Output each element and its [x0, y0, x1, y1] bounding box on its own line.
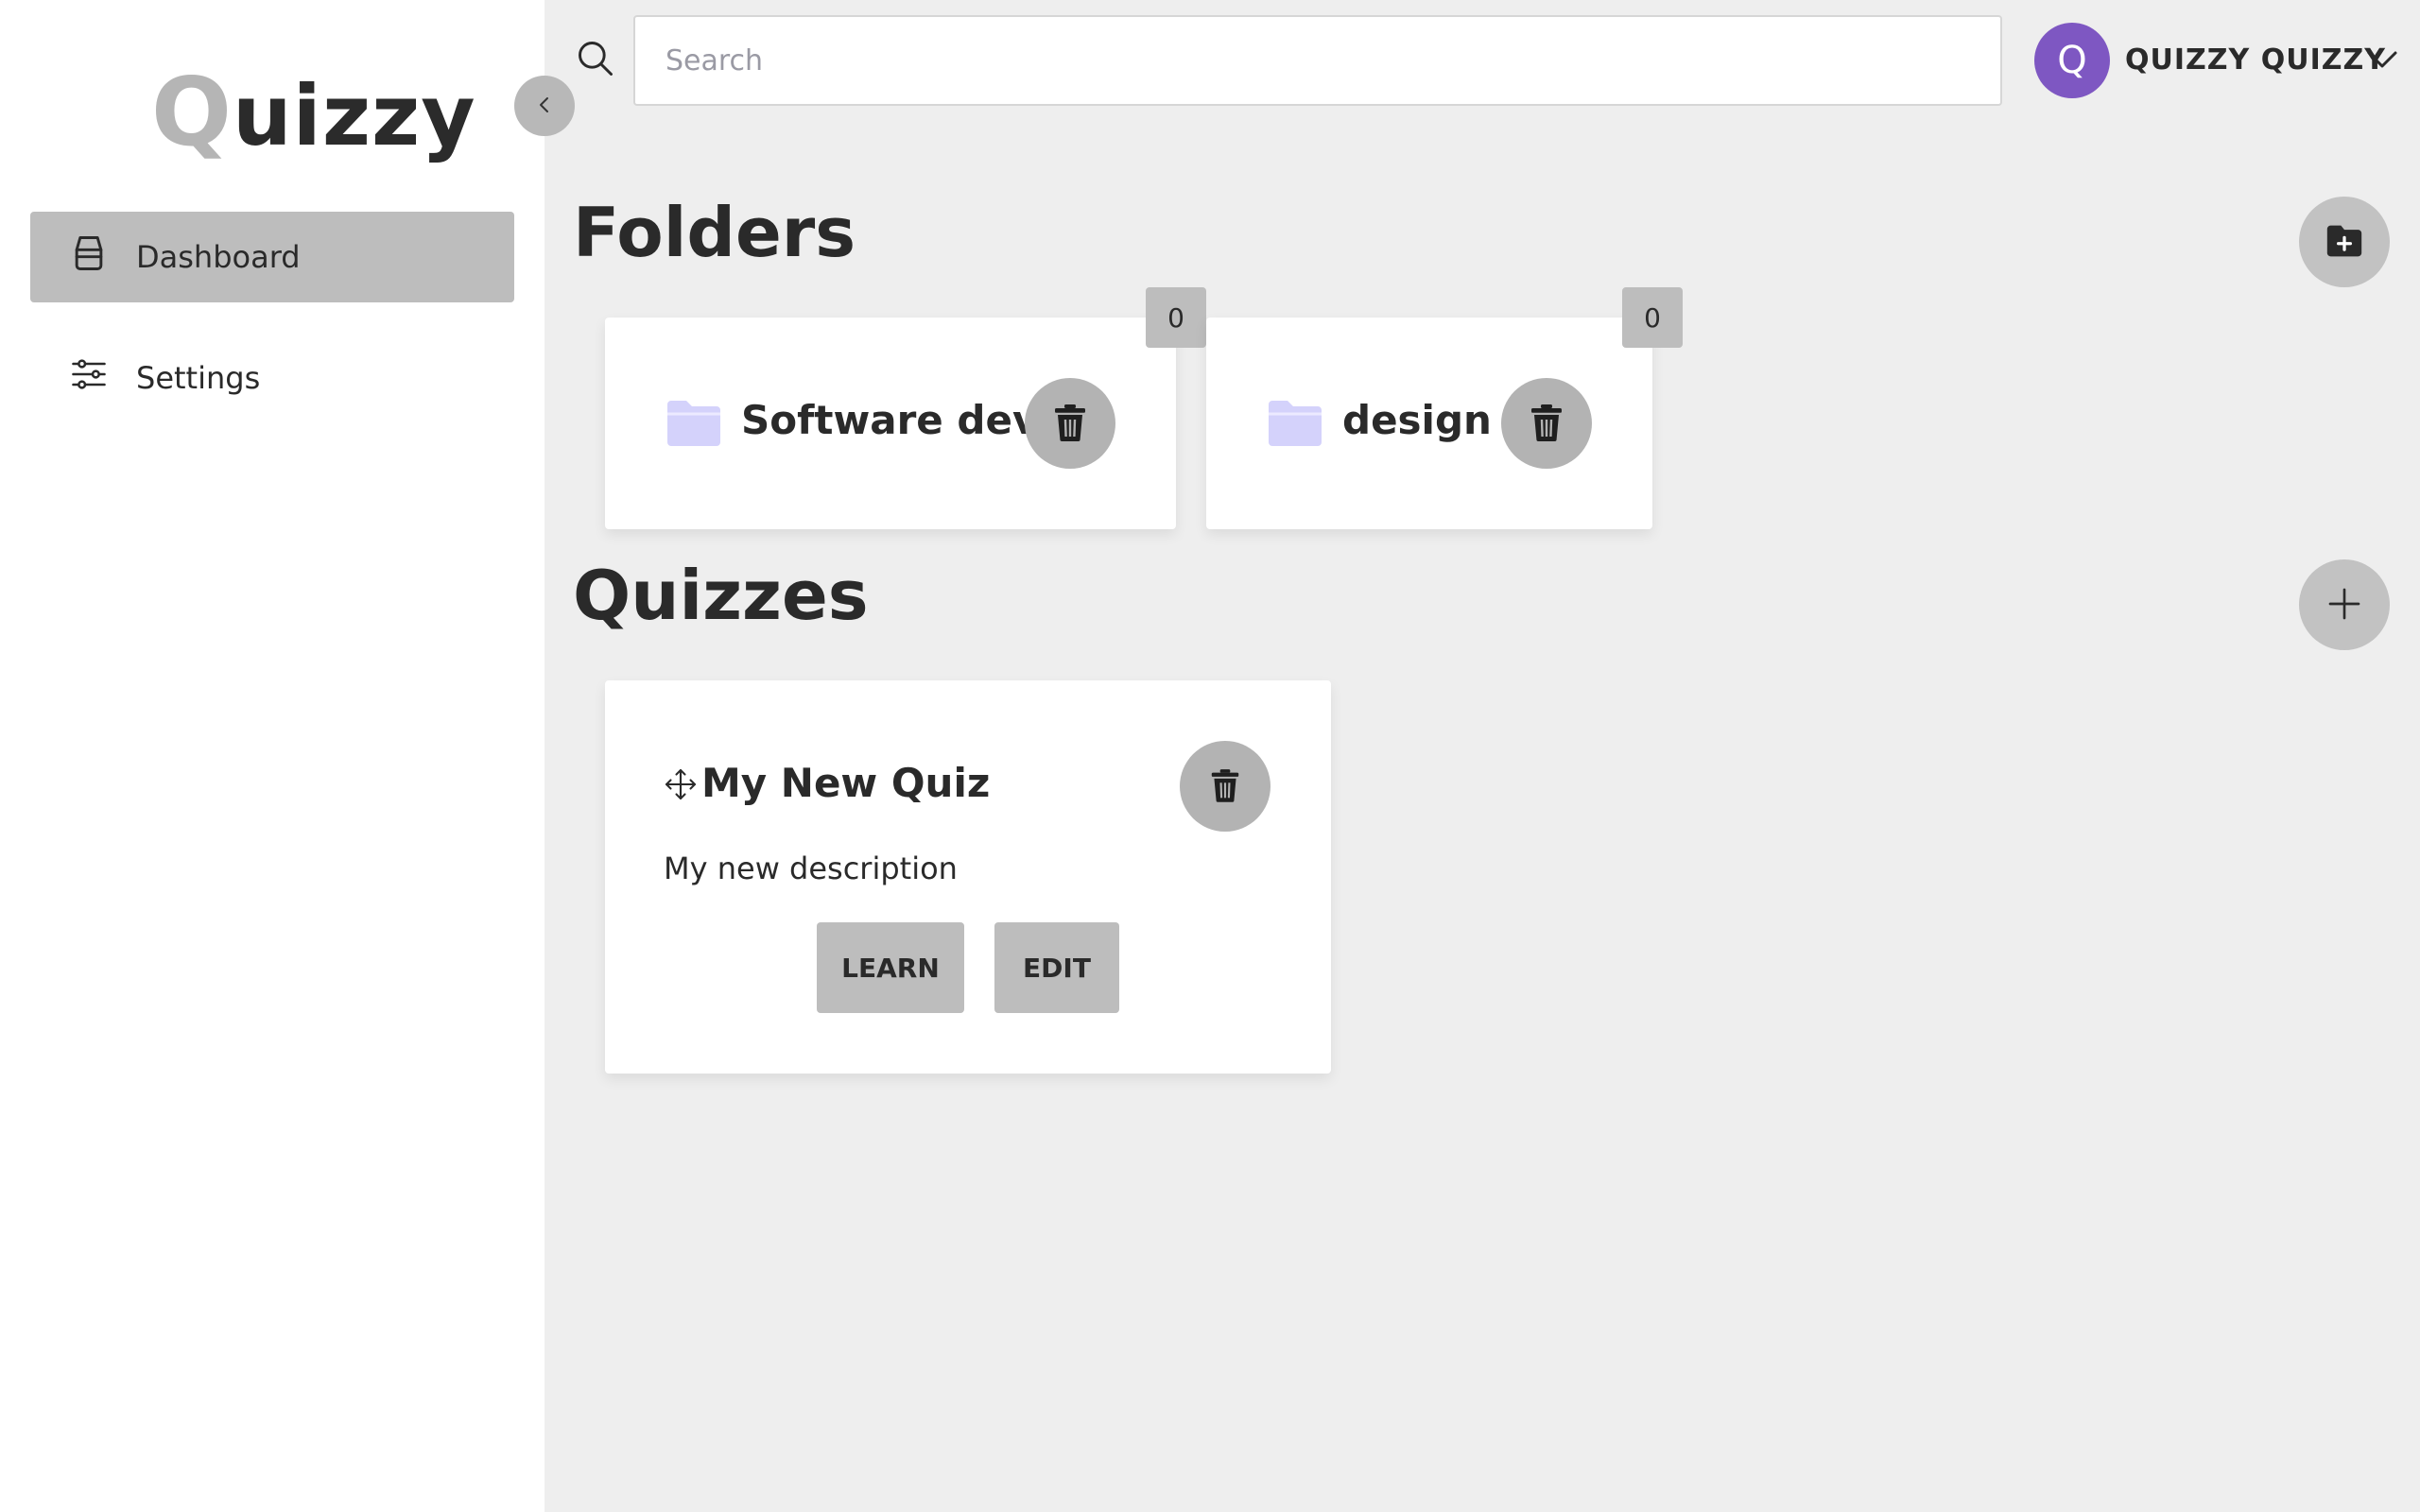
chevron-left-icon	[533, 94, 556, 119]
sidebar-item-label: Dashboard	[136, 239, 301, 275]
sidebar-item-label: Settings	[136, 360, 261, 396]
folders-heading: Folders	[573, 193, 856, 272]
inbox-icon	[68, 232, 110, 282]
quiz-count-badge: 0	[1622, 287, 1683, 348]
chevron-down-icon[interactable]	[2363, 45, 2401, 76]
sidebar-item-dashboard[interactable]: Dashboard	[30, 212, 514, 302]
quiz-card[interactable]: My New Quiz My new description LEARN EDI…	[605, 680, 1331, 1074]
folder-plus-icon	[2324, 222, 2365, 263]
app-logo: Quizzy	[151, 57, 476, 167]
drag-move-icon[interactable]	[664, 767, 698, 801]
quizzes-heading: Quizzes	[573, 556, 869, 635]
logo-text: uizzy	[233, 67, 476, 164]
trash-icon	[1053, 404, 1087, 444]
folder-name: Software dev	[741, 397, 1039, 443]
collapse-sidebar-button[interactable]	[514, 76, 575, 136]
folder-card[interactable]: design 0	[1206, 287, 1683, 529]
app-root: Quizzy Dashboard Settings Search Q QUIZZ…	[0, 0, 2420, 1512]
plus-icon	[2325, 585, 2363, 626]
quiz-title: My New Quiz	[701, 760, 991, 806]
delete-quiz-button[interactable]	[1180, 741, 1270, 832]
folder-card[interactable]: Software dev 0	[605, 287, 1206, 529]
sliders-icon	[68, 353, 110, 403]
delete-folder-button[interactable]	[1501, 378, 1592, 469]
folder-name: design	[1342, 397, 1492, 443]
trash-icon	[1530, 404, 1564, 444]
trash-icon	[1210, 768, 1240, 805]
quiz-description: My new description	[664, 850, 958, 886]
folder-icon	[666, 399, 722, 448]
sidebar: Quizzy Dashboard Settings	[0, 0, 544, 1512]
delete-folder-button[interactable]	[1025, 378, 1115, 469]
folder-icon	[1267, 399, 1323, 448]
logo-initial: Q	[151, 57, 233, 167]
add-quiz-button[interactable]	[2299, 559, 2390, 650]
sidebar-item-settings[interactable]: Settings	[30, 333, 514, 423]
search-icon	[575, 38, 616, 79]
edit-button[interactable]: EDIT	[994, 922, 1119, 1013]
user-name[interactable]: QUIZZY QUIZZY	[2125, 43, 2386, 77]
quiz-count-badge: 0	[1146, 287, 1206, 348]
avatar[interactable]: Q	[2034, 23, 2110, 98]
add-folder-button[interactable]	[2299, 197, 2390, 287]
learn-button[interactable]: LEARN	[817, 922, 964, 1013]
search-input[interactable]	[633, 15, 2002, 106]
